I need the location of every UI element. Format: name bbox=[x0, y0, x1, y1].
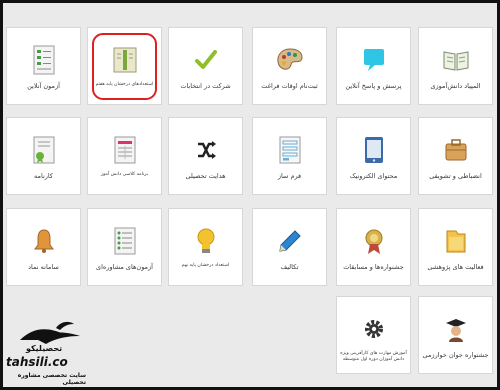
screenshot-frame bbox=[0, 0, 500, 390]
